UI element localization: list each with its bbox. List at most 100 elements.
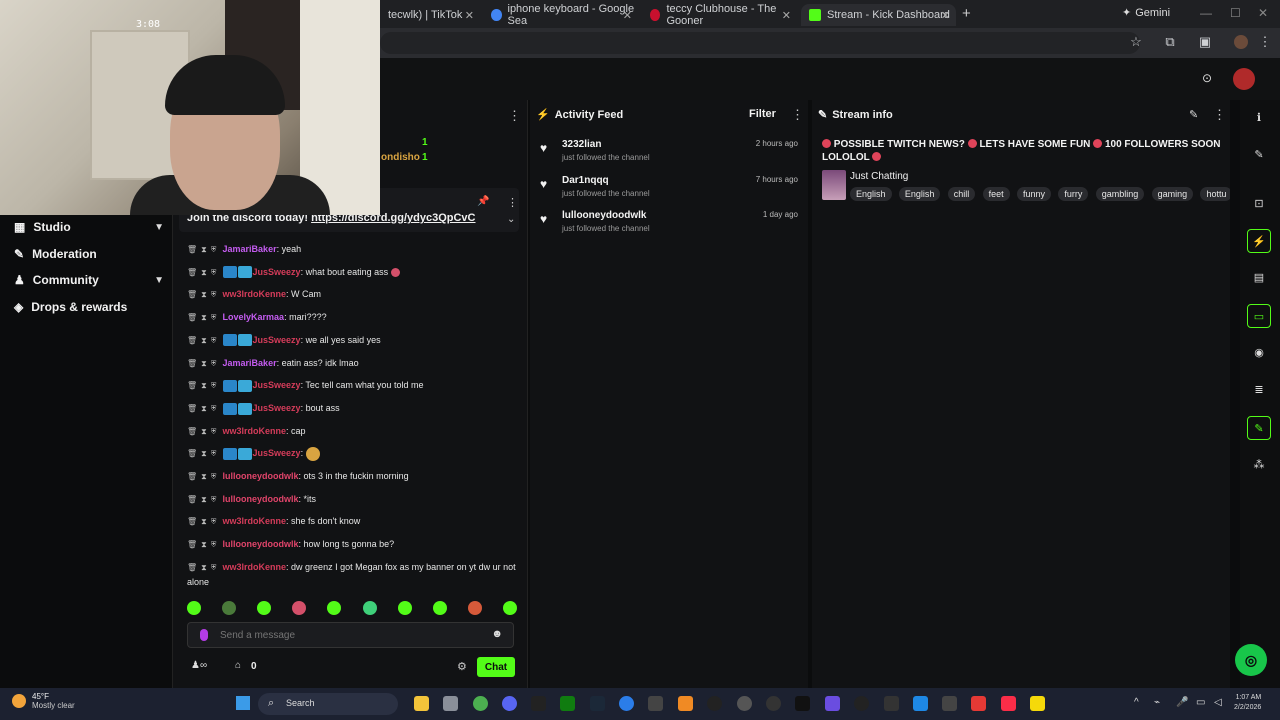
app-icon[interactable] — [795, 696, 810, 711]
activity-menu-icon[interactable]: ⋮ — [791, 107, 804, 123]
gear-icon[interactable]: ⚙ — [457, 660, 467, 673]
document-icon[interactable]: ▤ — [1247, 266, 1271, 290]
shapes-icon[interactable]: ⁂ — [1247, 453, 1271, 477]
music-icon[interactable] — [1001, 696, 1016, 711]
mod-tools-icon[interactable]: 🗑⧗⛨ — [187, 495, 221, 504]
emote-icon[interactable] — [222, 601, 237, 615]
mic-icon[interactable]: 🎤 — [1176, 697, 1188, 708]
app-icon[interactable] — [971, 696, 986, 711]
edge-icon[interactable] — [619, 696, 634, 711]
chat-icon[interactable]: ▭ — [1247, 304, 1271, 328]
tab-tiktok[interactable]: tecwlk) | TikTok ✕ — [380, 4, 480, 26]
emote-icon[interactable] — [432, 601, 447, 615]
app-icon[interactable] — [1030, 696, 1045, 711]
app-icon[interactable] — [884, 696, 899, 711]
chat-users-icon[interactable]: ♟∞ — [191, 660, 207, 671]
chat-username[interactable]: lullooneydoodwlk — [223, 494, 299, 504]
mod-tools-icon[interactable]: 🗑⧗⛨ — [187, 517, 221, 526]
send-chat-button[interactable]: Chat — [477, 657, 515, 677]
chat-username[interactable]: ww3lrdoKenne — [223, 516, 287, 526]
close-tab-icon[interactable]: ✕ — [941, 9, 950, 22]
taskbar-search[interactable]: ⌕ Search — [258, 693, 398, 715]
info-icon[interactable]: ℹ — [1247, 106, 1271, 130]
new-tab-button[interactable]: + — [962, 5, 971, 22]
mod-tools-icon[interactable]: 🗑⧗⛨ — [187, 404, 221, 413]
minimize-icon[interactable]: — — [1200, 6, 1212, 20]
tab-kick-dashboard[interactable]: Stream - Kick Dashboard ✕ — [801, 4, 956, 26]
feed-user[interactable]: lullooneydoodwlk — [562, 210, 646, 221]
bookmark-star-icon[interactable]: ☆ — [1129, 35, 1143, 49]
pencil-icon[interactable]: ✎ — [1247, 143, 1271, 167]
feed-user[interactable]: 3232lian — [562, 139, 601, 150]
chat-menu-icon[interactable]: ⋮ — [508, 108, 521, 124]
feed-user[interactable]: Dar1nqqq — [562, 175, 609, 186]
close-window-icon[interactable]: ✕ — [1258, 6, 1268, 20]
chat-username[interactable]: LovelyKarmaa — [223, 312, 285, 322]
chevron-up-icon[interactable]: ^ — [1134, 697, 1139, 708]
discord-icon[interactable] — [502, 696, 517, 711]
tab-google[interactable]: iphone keyboard - Google Sea ✕ — [483, 3, 638, 27]
app-icon[interactable] — [531, 696, 546, 711]
emote-icon[interactable] — [467, 601, 482, 615]
display-icon[interactable]: ▭ — [1196, 697, 1205, 708]
mod-tools-icon[interactable]: 🗑⧗⛨ — [187, 381, 221, 390]
chat-username[interactable]: lullooneydoodwlk — [223, 471, 299, 481]
chat-username[interactable]: ww3lrdoKenne — [223, 562, 287, 572]
system-clock[interactable]: 1:07 AM 2/2/2026 — [1234, 693, 1261, 713]
mod-tools-icon[interactable]: 🗑⧗⛨ — [187, 268, 221, 277]
chrome-icon[interactable] — [473, 696, 488, 711]
chat-username[interactable]: JamariBaker — [223, 358, 277, 368]
url-field[interactable] — [380, 32, 1140, 54]
chat-username[interactable]: JusSweezy — [253, 403, 301, 413]
help-button[interactable]: ◎ — [1235, 644, 1267, 676]
xbox-icon[interactable] — [560, 696, 575, 711]
weather-widget[interactable]: 45°F Mostly clear — [12, 692, 75, 710]
emote-icon[interactable] — [327, 601, 342, 615]
sidebar-item-drops-rewards[interactable]: ◈ Drops & rewards — [14, 300, 164, 314]
app-icon[interactable] — [913, 696, 928, 711]
close-tab-icon[interactable]: ✕ — [623, 9, 632, 22]
sidebar-item-studio[interactable]: ▦ Studio ▼ — [14, 220, 164, 234]
emote-icon[interactable] — [187, 601, 201, 615]
search-icon[interactable]: ⊙ — [1202, 71, 1212, 85]
chat-username[interactable]: ww3lrdoKenne — [223, 289, 287, 299]
layout-icon[interactable]: ⊡ — [1247, 192, 1271, 216]
mod-tools-icon[interactable]: 🗑⧗⛨ — [187, 245, 221, 254]
stack-icon[interactable]: ≣ — [1247, 378, 1271, 402]
mod-tools-icon[interactable]: 🗑⧗⛨ — [187, 313, 221, 322]
app-icon[interactable] — [825, 696, 840, 711]
chat-username[interactable]: lullooneydoodwlk — [223, 539, 299, 549]
mod-tools-icon[interactable]: 🗑⧗⛨ — [187, 427, 221, 436]
stream-info-menu-icon[interactable]: ⋮ — [1213, 107, 1226, 123]
emote-icon[interactable] — [362, 601, 377, 615]
app-icon[interactable] — [707, 696, 722, 711]
chat-username[interactable]: JusSweezy — [253, 380, 301, 390]
emoji-icon[interactable]: ☻ — [491, 628, 503, 640]
chat-username[interactable]: JamariBaker — [223, 244, 277, 254]
chat-username[interactable]: JusSweezy — [253, 448, 301, 458]
emote-icon[interactable] — [502, 601, 517, 615]
settings-icon[interactable] — [737, 696, 752, 711]
browser-menu-icon[interactable]: ⋮ — [1258, 35, 1272, 49]
app-icon[interactable] — [678, 696, 693, 711]
pinned-menu-icon[interactable]: ⋮ — [507, 196, 518, 209]
chevron-down-icon[interactable]: ⌄ — [507, 214, 515, 225]
close-tab-icon[interactable]: ✕ — [465, 9, 474, 22]
gemini-button[interactable]: ✦ Gemini — [1122, 6, 1170, 20]
kick-emote-icon[interactable] — [200, 629, 208, 641]
store-icon[interactable] — [443, 696, 458, 711]
chat-username[interactable]: JusSweezy — [253, 267, 301, 277]
mod-tools-icon[interactable]: 🗑⧗⛨ — [187, 359, 221, 368]
pin-icon[interactable]: 📌 — [477, 196, 489, 207]
volume-icon[interactable]: ◁ — [1214, 697, 1222, 708]
filter-button[interactable]: Filter — [749, 108, 776, 120]
windows-start-icon[interactable] — [236, 696, 250, 710]
screenshot-icon[interactable]: ▣ — [1198, 35, 1212, 49]
emote-icon[interactable] — [292, 601, 307, 615]
maximize-icon[interactable]: ☐ — [1230, 6, 1241, 20]
emote-icon[interactable] — [257, 601, 272, 615]
mod-tools-icon[interactable]: 🗑⧗⛨ — [187, 336, 221, 345]
broadcast-icon[interactable]: ◉ — [1247, 341, 1271, 365]
steam-icon[interactable] — [590, 696, 605, 711]
mod-tools-icon[interactable]: 🗑⧗⛨ — [187, 472, 221, 481]
